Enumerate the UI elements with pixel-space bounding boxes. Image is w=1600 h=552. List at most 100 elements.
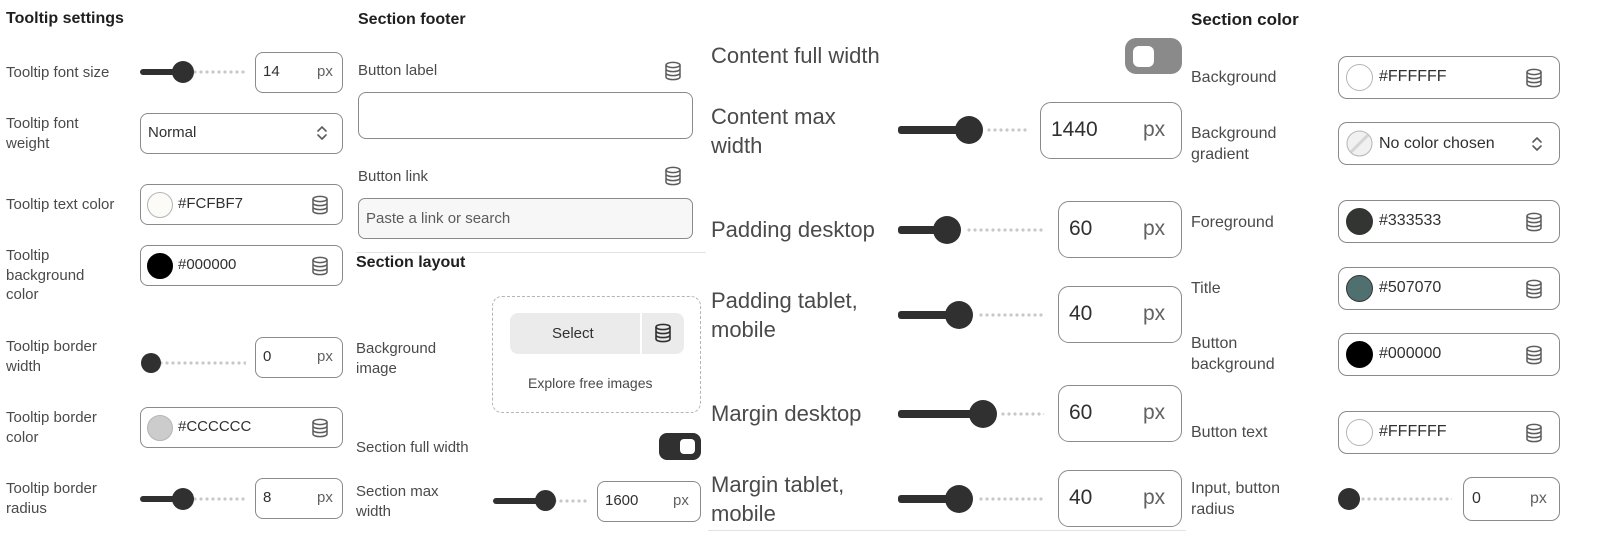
input-button-radius-value[interactable]: 0 [1472,490,1481,508]
margin-tablet-slider-track[interactable] [978,496,1044,502]
section-full-width-label: Section full width [356,439,469,456]
padding-tablet-slider-fill[interactable] [898,311,950,319]
section-max-width-slider-thumb[interactable] [535,490,556,511]
explore-free-images-link[interactable]: Explore free images [528,375,653,391]
section-max-width-slider-fill[interactable] [493,498,541,504]
input-button-radius-label: Input, button radius [1191,480,1280,518]
content-max-width-unit: px [1143,118,1166,141]
tooltip-font-size-slider-track[interactable] [186,69,246,75]
database-icon[interactable] [1525,279,1543,299]
margin-desktop-slider-fill[interactable] [898,410,974,418]
tooltip-text-color-value[interactable]: #FCFBF7 [178,195,243,212]
content-max-width-label: Content max width [711,104,836,158]
tooltip-border-radius-slider-thumb[interactable] [172,488,194,510]
margin-tablet-value[interactable]: 40 [1069,486,1092,510]
database-icon[interactable] [664,61,682,81]
input-button-radius-slider-thumb[interactable] [1338,488,1360,510]
padding-desktop-label: Padding desktop [711,217,875,242]
button-text-label: Button text [1191,424,1268,441]
section-color-heading: Section color [1191,10,1299,29]
select-image-button-label[interactable]: Select [552,325,594,342]
tooltip-border-width-value[interactable]: 0 [263,348,271,365]
background-image-label: Background image [356,340,437,377]
tooltip-border-radius-unit: px [317,489,333,506]
margin-desktop-unit: px [1143,401,1166,424]
tooltip-text-color-label: Tooltip text color [6,196,115,213]
tooltip-font-size-label: Tooltip font size [6,64,110,81]
section-full-width-toggle-knob[interactable] [680,439,695,454]
database-icon[interactable] [654,323,672,343]
content-bottom-divider [708,530,1186,531]
tooltip-border-color-value[interactable]: #CCCCCC [178,418,251,435]
button-background-label: Button background [1191,335,1275,373]
tooltip-border-width-slider-track[interactable] [158,360,246,366]
chevron-up-down-icon [317,126,327,140]
content-max-width-slider-track[interactable] [986,127,1028,133]
section-layout-heading: Section layout [356,254,466,271]
title-color-value[interactable]: #507070 [1379,279,1441,297]
button-text-color-swatch[interactable] [1346,419,1373,446]
padding-desktop-unit: px [1143,217,1166,240]
database-icon[interactable] [311,418,329,438]
tooltip-border-radius-value[interactable]: 8 [263,489,271,506]
tooltip-bg-color-swatch[interactable] [147,253,173,279]
content-full-width-toggle-knob[interactable] [1133,46,1154,67]
tooltip-border-radius-label: Tooltip border radius [6,480,97,517]
padding-desktop-slider-track[interactable] [966,227,1044,233]
title-color-swatch[interactable] [1346,275,1373,302]
tooltip-border-color-label: Tooltip border color [6,409,97,446]
margin-tablet-slider-fill[interactable] [898,495,950,503]
margin-tablet-slider-thumb[interactable] [945,485,973,513]
tooltip-settings-heading: Tooltip settings [6,10,124,27]
background-label: Background [1191,69,1277,86]
button-background-color-value[interactable]: #000000 [1379,345,1441,363]
background-gradient-label: Background gradient [1191,125,1277,163]
tooltip-border-color-swatch[interactable] [147,415,173,441]
section-max-width-label: Section max width [356,483,439,520]
padding-tablet-slider-track[interactable] [978,312,1044,318]
margin-desktop-slider-thumb[interactable] [969,400,997,428]
button-text-color-value[interactable]: #FFFFFF [1379,423,1447,441]
no-color-icon [1346,130,1373,157]
background-color-swatch[interactable] [1346,64,1373,91]
tooltip-font-weight-value: Normal [148,124,197,141]
database-icon[interactable] [1525,345,1543,365]
padding-desktop-slider-thumb[interactable] [933,216,961,244]
chevron-up-down-icon [1532,137,1542,151]
margin-desktop-value[interactable]: 60 [1069,401,1092,425]
database-icon[interactable] [664,166,682,186]
padding-tablet-slider-thumb[interactable] [945,301,973,329]
database-icon[interactable] [311,195,329,215]
section-max-width-slider-track[interactable] [552,498,588,504]
foreground-color-swatch[interactable] [1346,208,1373,235]
margin-desktop-slider-track[interactable] [1000,411,1044,417]
padding-desktop-value[interactable]: 60 [1069,217,1092,241]
content-max-width-slider-thumb[interactable] [955,116,983,144]
tooltip-font-size-slider-thumb[interactable] [172,61,194,83]
content-max-width-value[interactable]: 1440 [1051,118,1098,142]
input-button-radius-slider-track[interactable] [1360,496,1452,502]
database-icon[interactable] [1525,423,1543,443]
background-color-value[interactable]: #FFFFFF [1379,68,1447,86]
button-background-color-swatch[interactable] [1346,341,1373,368]
tooltip-border-width-label: Tooltip border width [6,338,97,375]
section-footer-heading: Section footer [358,11,466,28]
tooltip-border-width-slider-thumb[interactable] [141,353,161,373]
padding-tablet-value[interactable]: 40 [1069,302,1092,326]
button-label-input[interactable] [358,92,693,139]
tooltip-border-radius-slider-track[interactable] [186,496,246,502]
foreground-color-value[interactable]: #333533 [1379,212,1441,230]
section-max-width-value[interactable]: 1600 [605,492,638,509]
foreground-label: Foreground [1191,214,1274,231]
tooltip-text-color-swatch[interactable] [147,192,173,218]
background-gradient-value: No color chosen [1379,135,1495,152]
database-icon[interactable] [1525,68,1543,88]
button-link-label: Button link [358,168,429,185]
database-icon[interactable] [1525,212,1543,232]
margin-tablet-label: Margin tablet, mobile [711,472,845,526]
tooltip-font-size-value[interactable]: 14 [263,63,280,80]
padding-desktop-slider-fill[interactable] [898,226,938,234]
database-icon[interactable] [311,256,329,276]
tooltip-bg-color-value[interactable]: #000000 [178,256,236,273]
tooltip-font-size-unit: px [317,63,333,80]
